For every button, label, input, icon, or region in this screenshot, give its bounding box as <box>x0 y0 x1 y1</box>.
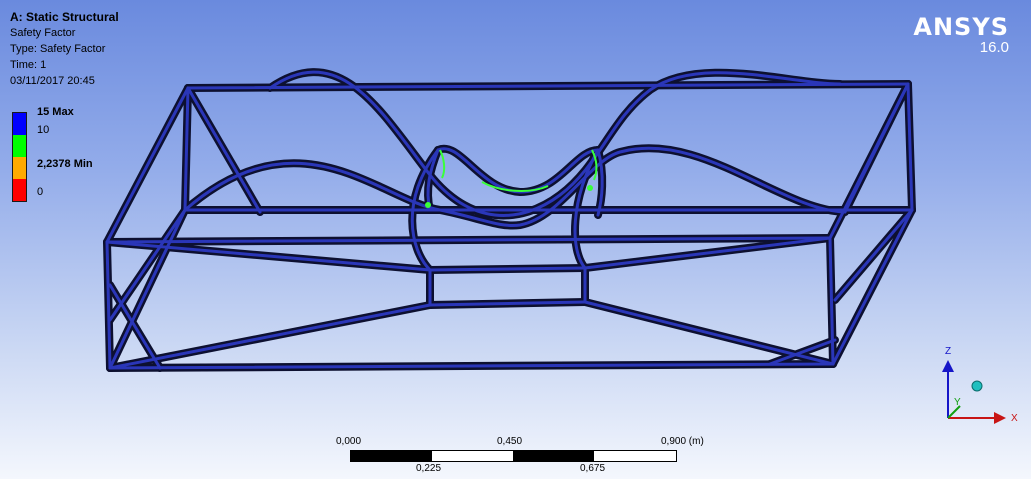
scale-label-675: 0,675 <box>580 463 606 474</box>
z-axis-arrowhead <box>942 360 954 372</box>
scale-bar: 0,000 0,450 0,900 (m) 0,225 0,675 <box>330 433 730 477</box>
scale-label-0: 0,000 <box>336 436 362 447</box>
frame-members <box>105 70 914 370</box>
graphics-viewport[interactable]: A: Static Structural Safety Factor Type:… <box>0 0 1031 479</box>
x-axis-label: X <box>1011 413 1018 424</box>
frame-model[interactable] <box>0 0 1031 479</box>
scale-segment-1 <box>351 451 432 461</box>
scale-label-900: 0,900 (m) <box>661 436 704 447</box>
hotspot-green-node-left <box>425 202 431 208</box>
scale-segment-4 <box>594 451 676 461</box>
y-axis-label: Y <box>954 397 961 408</box>
scale-segment-2 <box>432 451 513 461</box>
scale-segment-3 <box>513 451 594 461</box>
hotspot-green-node-right <box>587 185 593 191</box>
frame-outline <box>107 72 912 368</box>
scale-bar-graphic <box>350 450 677 462</box>
scale-label-225: 0,225 <box>416 463 442 474</box>
axis-triad[interactable]: Z Y X <box>930 338 1030 428</box>
view-sphere-icon[interactable] <box>971 380 983 392</box>
scale-label-450: 0,450 <box>497 436 523 447</box>
x-axis-arrowhead <box>994 412 1006 424</box>
z-axis-label: Z <box>945 346 951 357</box>
